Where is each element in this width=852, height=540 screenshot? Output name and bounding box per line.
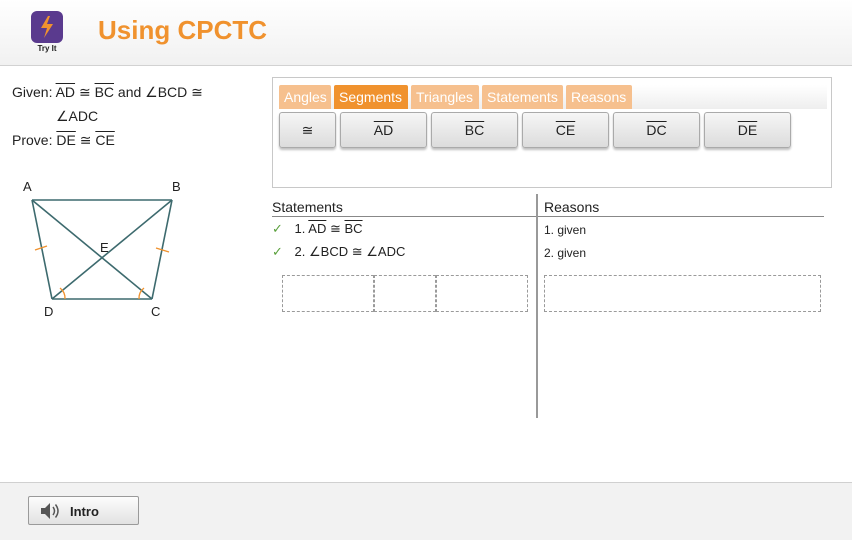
statements-header: Statements <box>272 199 343 215</box>
segment-ac <box>31 199 153 300</box>
trapezoid-figure: A B C D E <box>23 179 181 319</box>
tile-segment-ad[interactable]: AD <box>340 112 427 148</box>
reason-drop-slot[interactable] <box>544 275 821 312</box>
check-icon: ✓ <box>272 244 283 259</box>
tab-segments[interactable]: Segments <box>334 85 408 109</box>
prove-segment-1: DE <box>56 132 76 148</box>
statement-drop-slot-2[interactable] <box>374 275 436 312</box>
tile-segment-de[interactable]: DE <box>704 112 791 148</box>
intro-button[interactable]: Intro <box>28 496 139 525</box>
footer: Intro <box>0 482 852 540</box>
statement-row-2: ✓ 2. ∠BCD ≅ ∠ADC <box>272 244 406 259</box>
given-segment-2: BC <box>94 84 115 100</box>
given-segment-1: AD <box>55 84 76 100</box>
tile-segment-ce[interactable]: CE <box>522 112 609 148</box>
reason-row-2: 2. given <box>544 246 587 260</box>
tile-segment-dc[interactable]: DC <box>613 112 700 148</box>
vertex-label-e: E <box>100 240 109 255</box>
app-logo <box>31 11 63 43</box>
tab-reasons[interactable]: Reasons <box>566 85 632 109</box>
vertex-label-d: D <box>44 304 53 319</box>
given-angle-1: ∠BCD <box>145 84 188 100</box>
tile-segment-bc[interactable]: BC <box>431 112 518 148</box>
given-line: Given: AD ≅ BC and ∠BCD ≅ <box>12 84 203 100</box>
vertex-label-b: B <box>172 179 181 194</box>
prove-segment-2: CE <box>95 132 115 148</box>
tab-bar: Angles Segments Triangles Statements Rea… <box>279 85 827 109</box>
tab-statements[interactable]: Statements <box>482 85 563 109</box>
logo-caption: Try It <box>37 44 57 53</box>
page-title: Using CPCTC <box>98 15 267 45</box>
column-divider <box>536 194 538 418</box>
statement-row-1: ✓ 1. AD ≅ BC <box>272 221 363 236</box>
check-icon: ✓ <box>272 221 283 236</box>
proof-table: Statements Reasons ✓ 1. AD ≅ BC 1. given… <box>272 194 824 420</box>
segment-bd <box>51 199 173 300</box>
intro-label: Intro <box>70 504 99 519</box>
header-divider <box>272 216 824 217</box>
lightning-icon <box>41 16 53 38</box>
reason-row-1: 1. given <box>544 223 587 237</box>
given-angle-2: ∠ADC <box>56 108 99 124</box>
statement-drop-slot-3[interactable] <box>436 275 528 312</box>
given-line-cont: ∠ADC <box>12 104 262 128</box>
tile-congruent[interactable]: ≅ <box>279 112 336 148</box>
given-prove-block: Given: AD ≅ BC and ∠BCD ≅ ∠ADC Prove: DE… <box>12 80 262 152</box>
tile-palette: Angles Segments Triangles Statements Rea… <box>272 77 832 188</box>
reasons-header: Reasons <box>544 199 600 215</box>
header: Try It Using CPCTC <box>0 0 852 66</box>
vertex-label-a: A <box>23 179 32 194</box>
vertex-label-c: C <box>151 304 160 319</box>
tab-angles[interactable]: Angles <box>279 85 331 109</box>
statement-drop-slot-1[interactable] <box>282 275 374 312</box>
tab-triangles[interactable]: Triangles <box>411 85 479 109</box>
prove-line: Prove: DE ≅ CE <box>12 132 115 148</box>
speaker-icon <box>41 503 59 519</box>
